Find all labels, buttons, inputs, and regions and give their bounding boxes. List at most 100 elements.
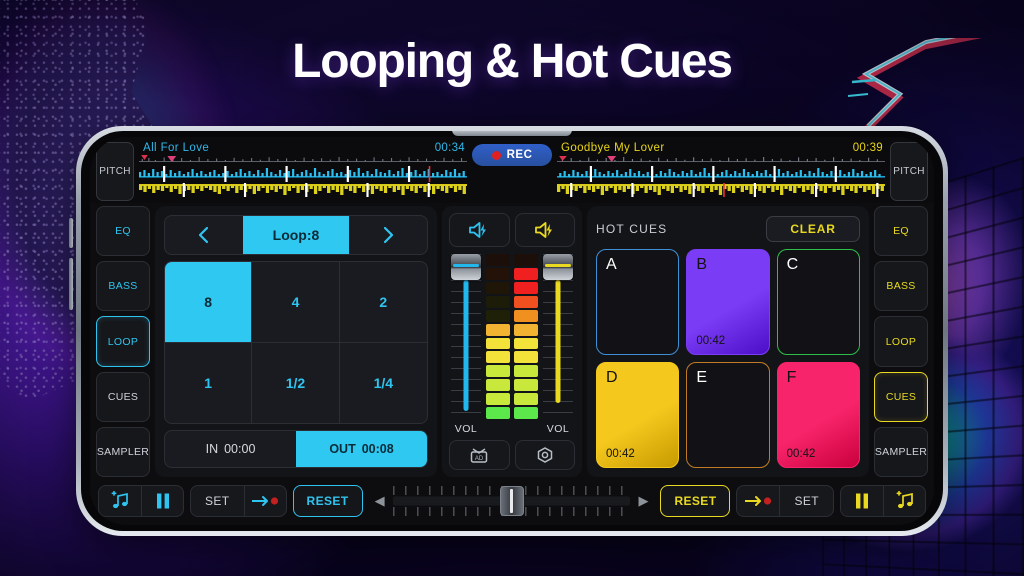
sidebar-item-cues-a[interactable]: CUES xyxy=(96,371,150,422)
sidebar-item-bass-a[interactable]: BASS xyxy=(96,261,150,312)
deck-b-wave-stack[interactable] xyxy=(557,155,885,199)
deck-b-yellow-wave[interactable] xyxy=(557,183,885,197)
deck-b-track-name: Goodbye My Lover xyxy=(561,142,665,154)
deck-b-add-music-button[interactable] xyxy=(883,485,925,516)
vu-segment xyxy=(514,351,538,364)
deck-b-fader-knob[interactable] xyxy=(543,254,573,280)
deck-a-jump-to-cue-button[interactable] xyxy=(243,485,286,516)
deck-b-reset-button[interactable]: RESET xyxy=(660,484,731,517)
chevron-right-icon xyxy=(383,226,393,244)
vu-segment xyxy=(486,337,510,350)
hot-cue-pad-a[interactable]: A xyxy=(596,249,680,355)
deck-a-volume-fader[interactable]: VOL xyxy=(449,252,483,435)
deck-a-add-music-button[interactable] xyxy=(99,486,141,516)
deck-a-pause-button[interactable] xyxy=(141,485,183,516)
hot-cues-header: HOT CUES CLEAR xyxy=(596,215,860,243)
vu-segment xyxy=(486,295,510,308)
deck-a-reset-button[interactable]: RESET xyxy=(292,484,363,517)
deck-b-cyan-wave[interactable] xyxy=(557,166,885,182)
sidebar-item-eq-a[interactable]: EQ xyxy=(96,206,150,257)
deck-b-waveform[interactable]: Goodbye My Lover 00:39 xyxy=(557,142,885,201)
deck-a-yellow-wave[interactable] xyxy=(139,183,467,197)
deck-b-pause-button[interactable] xyxy=(841,486,883,516)
loop-prev-button[interactable] xyxy=(165,216,243,254)
deck-b-jump-to-cue-button[interactable] xyxy=(737,486,779,516)
vu-meter-left xyxy=(486,254,510,420)
cue-speaker-row xyxy=(449,213,575,247)
add-music-icon xyxy=(896,490,913,508)
hot-cue-pad-b[interactable]: B 00:42 xyxy=(686,249,770,355)
deck-a-mode-rail: EQ BASS LOOP CUES SAMPLER xyxy=(96,206,150,478)
loop-current-label[interactable]: Loop:8 xyxy=(243,216,349,254)
deck-b-playback-group xyxy=(840,484,926,517)
vu-meters xyxy=(486,252,538,435)
deck-b-volume-fader[interactable]: VOL xyxy=(541,252,575,435)
screenshot-stage: Looping & Hot Cues PITCH All For Love 00… xyxy=(0,0,1024,576)
loop-next-button[interactable] xyxy=(349,216,427,254)
hot-cue-pad-d[interactable]: D 00:42 xyxy=(596,362,680,468)
deck-b-cue-speaker-button[interactable] xyxy=(514,213,575,247)
ad-button[interactable]: AD xyxy=(449,440,510,470)
deck-a-set-button[interactable]: SET xyxy=(191,486,244,516)
settings-button[interactable] xyxy=(514,440,575,470)
sidebar-item-loop-a[interactable]: LOOP xyxy=(96,316,150,367)
loop-beat-grid: 8 4 2 1 1/2 1/4 xyxy=(164,261,428,424)
crossfader-knob[interactable] xyxy=(499,485,524,516)
record-button[interactable]: REC xyxy=(472,144,552,166)
pitch-button-deck-a[interactable]: PITCH xyxy=(96,142,134,201)
hot-cue-letter: C xyxy=(786,256,799,273)
vu-segment xyxy=(514,254,538,266)
waveform-bar: PITCH All For Love 00:34 REC Goodbye My … xyxy=(90,137,934,203)
deck-b-track-info: Goodbye My Lover 00:39 xyxy=(557,142,885,155)
vu-segment xyxy=(514,309,538,322)
app-screen: PITCH All For Love 00:34 REC Goodbye My … xyxy=(90,137,934,525)
hot-cue-pad-f[interactable]: F 00:42 xyxy=(776,362,860,468)
vu-segment xyxy=(486,267,510,280)
loop-beat-4[interactable]: 4 xyxy=(252,262,340,343)
hot-cue-time: 00:42 xyxy=(696,335,726,347)
svg-text:AD: AD xyxy=(475,456,484,462)
crossfader[interactable]: ◀ ▶ xyxy=(369,485,655,516)
deck-a-waveform[interactable]: All For Love 00:34 xyxy=(139,142,467,201)
vu-segment xyxy=(486,309,510,322)
deck-a-wave-stack[interactable] xyxy=(139,155,467,199)
loop-in-label: IN xyxy=(205,442,219,456)
deck-b-set-button[interactable]: SET xyxy=(779,485,833,516)
hot-cue-pad-e[interactable]: E xyxy=(686,362,770,468)
crossfader-track[interactable] xyxy=(392,485,631,516)
deck-a-cyan-wave[interactable] xyxy=(139,166,467,182)
sidebar-item-bass-b[interactable]: BASS xyxy=(874,261,928,312)
phone-frame: PITCH All For Love 00:34 REC Goodbye My … xyxy=(69,126,948,536)
transport-bar: SET RESET ◀ ▶ RESET SET xyxy=(90,479,934,525)
crossfader-left-arrow-icon[interactable]: ◀ xyxy=(375,493,385,509)
loop-out-button[interactable]: OUT 00:08 xyxy=(296,431,427,467)
deck-a-cue-speaker-button[interactable] xyxy=(449,213,510,247)
sidebar-item-eq-b[interactable]: EQ xyxy=(874,206,928,257)
pitch-button-deck-b[interactable]: PITCH xyxy=(890,142,928,201)
pause-icon xyxy=(856,493,868,508)
vu-segment xyxy=(486,393,510,406)
deck-a-overview-wave[interactable] xyxy=(139,155,467,164)
sidebar-item-sampler-b[interactable]: SAMPLER xyxy=(874,426,928,478)
deck-a-fader-knob[interactable] xyxy=(451,254,481,280)
hot-cues-panel: HOT CUES CLEAR A B 00:42 C D 00:42 E F 00:42 xyxy=(587,206,869,477)
hot-cue-pad-c[interactable]: C xyxy=(776,249,860,355)
loop-beat-1[interactable]: 1 xyxy=(165,342,253,423)
crossfader-right-arrow-icon[interactable]: ▶ xyxy=(638,493,648,509)
vu-segment xyxy=(486,254,510,266)
loop-beat-2[interactable]: 2 xyxy=(339,262,427,343)
deck-a-fader-track[interactable] xyxy=(451,252,481,421)
deck-a-fader-fill xyxy=(463,280,469,411)
loop-beat-quarter[interactable]: 1/4 xyxy=(340,343,427,424)
loop-in-button[interactable]: IN 00:00 xyxy=(165,431,296,467)
deck-b-overview-wave[interactable] xyxy=(557,155,885,164)
hexagon-settings-icon xyxy=(537,447,552,463)
deck-b-fader-track[interactable] xyxy=(543,252,573,421)
sidebar-item-loop-b[interactable]: LOOP xyxy=(874,316,928,367)
vu-segment xyxy=(514,295,538,308)
sidebar-item-cues-b[interactable]: CUES xyxy=(874,371,928,422)
hot-cues-clear-button[interactable]: CLEAR xyxy=(766,216,860,242)
loop-beat-half[interactable]: 1/2 xyxy=(252,342,340,423)
loop-beat-8[interactable]: 8 xyxy=(165,262,253,343)
sidebar-item-sampler-a[interactable]: SAMPLER xyxy=(96,426,150,478)
